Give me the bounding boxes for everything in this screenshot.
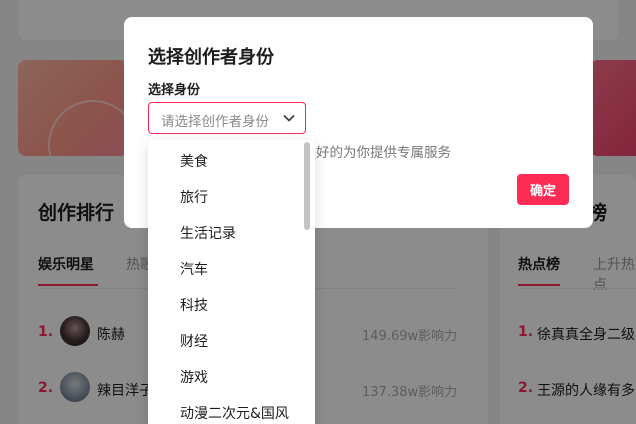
- dropdown-option[interactable]: 财经: [180, 331, 208, 351]
- select-placeholder: 请选择创作者身份: [161, 114, 269, 130]
- identity-select[interactable]: 请选择创作者身份: [148, 102, 306, 134]
- dropdown-option[interactable]: 美食: [180, 151, 208, 171]
- confirm-button[interactable]: 确定: [517, 174, 569, 205]
- identity-field-label: 选择身份: [148, 83, 201, 98]
- dropdown-option[interactable]: 科技: [180, 295, 208, 315]
- dropdown-option[interactable]: 旅行: [180, 187, 208, 207]
- dropdown-option[interactable]: 汽车: [180, 259, 208, 279]
- chevron-down-icon: [283, 115, 295, 122]
- identity-dropdown: 美食 旅行 生活记录 汽车 科技 财经 游戏 动漫二次元&国风: [148, 140, 315, 424]
- dropdown-option[interactable]: 游戏: [180, 367, 208, 387]
- dropdown-scrollbar[interactable]: [304, 142, 310, 230]
- modal-title: 选择创作者身份: [148, 47, 274, 68]
- dropdown-option[interactable]: 生活记录: [180, 223, 236, 243]
- hint-text: 好的为你提供专属服务: [316, 145, 451, 161]
- dropdown-option[interactable]: 动漫二次元&国风: [180, 403, 289, 423]
